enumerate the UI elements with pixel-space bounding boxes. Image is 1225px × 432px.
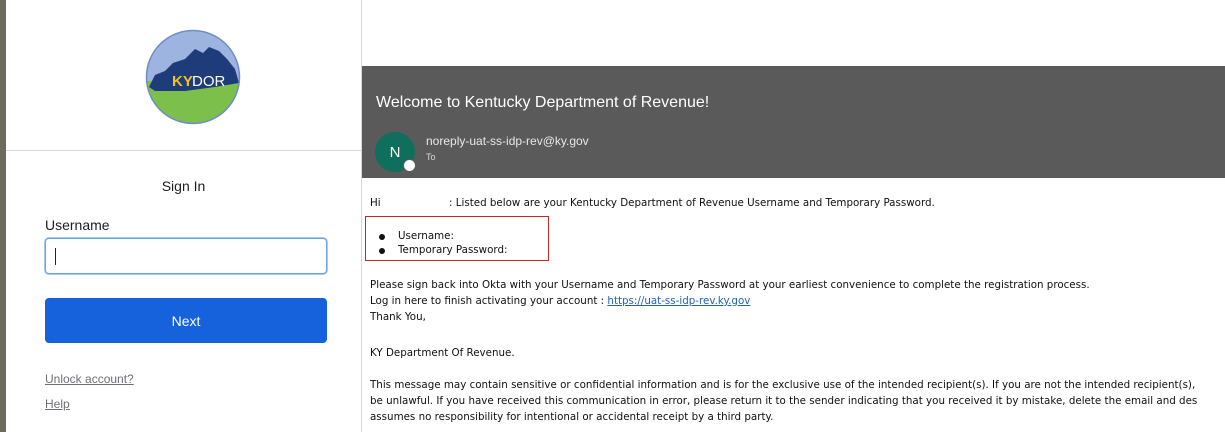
- logo-text-dor: DOR: [192, 73, 226, 90]
- email-message: Welcome to Kentucky Department of Revenu…: [362, 66, 1225, 432]
- email-subject: Welcome to Kentucky Department of Revenu…: [376, 94, 710, 111]
- signin-card: KY DOR Sign In Username Next Unlock acco…: [6, 0, 362, 432]
- logo-text-ky: KY: [172, 73, 193, 90]
- closing-thanks: Thank You,: [370, 311, 426, 323]
- signin-title: Sign In: [161, 178, 206, 194]
- greeting-hi: Hi: [370, 197, 381, 209]
- unlock-account-link[interactable]: Unlock account?: [45, 372, 134, 386]
- disclaimer-line-2: be unlawful. If you have received this c…: [370, 395, 1198, 407]
- bullet-icon: [379, 248, 385, 254]
- help-link[interactable]: Help: [45, 397, 70, 411]
- greeting-text: : Listed below are your Kentucky Departm…: [449, 197, 935, 209]
- logo-area: KY DOR: [6, 0, 361, 151]
- disclaimer-line-1: This message may contain sensitive or co…: [370, 379, 1196, 391]
- credential-password-label: Temporary Password:: [398, 244, 508, 256]
- username-input[interactable]: [45, 238, 327, 274]
- kydor-logo: KY DOR: [145, 29, 241, 125]
- activation-link[interactable]: https://uat-ss-idp-rev.ky.gov: [607, 295, 750, 307]
- next-button-label: Next: [171, 312, 201, 329]
- instruction-paragraph: Please sign back into Okta with your Use…: [370, 279, 1090, 291]
- presence-status-icon: [403, 159, 416, 172]
- credential-username-label: Username:: [398, 230, 454, 242]
- bullet-icon: [379, 234, 385, 240]
- avatar-letter: N: [389, 143, 401, 161]
- activation-text: Log in here to finish activating your ac…: [370, 295, 608, 307]
- disclaimer-line-3: assumes no responsibility for intentiona…: [370, 411, 774, 423]
- email-header: Welcome to Kentucky Department of Revenu…: [362, 66, 1225, 178]
- signin-panel: KY DOR Sign In Username Next Unlock acco…: [0, 0, 362, 432]
- next-button[interactable]: Next: [45, 298, 327, 343]
- signature: KY Department Of Revenue.: [370, 347, 515, 359]
- activation-line: Log in here to finish activating your ac…: [370, 294, 750, 309]
- sender-email[interactable]: noreply-uat-ss-idp-rev@ky.gov: [426, 134, 589, 148]
- username-label: Username: [45, 217, 110, 233]
- recipient-to-label: To: [426, 152, 436, 162]
- text-caret: [55, 248, 56, 265]
